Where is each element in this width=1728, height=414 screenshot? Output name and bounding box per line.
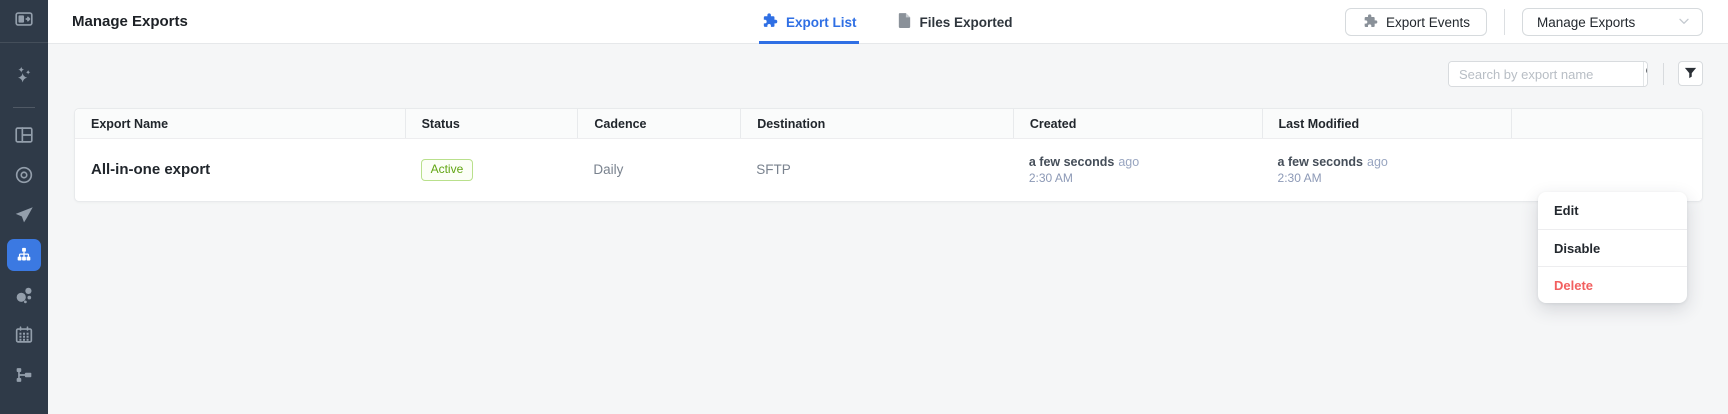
sidebar-item-send[interactable] — [6, 197, 42, 233]
menu-item-disable[interactable]: Disable — [1538, 229, 1687, 266]
export-events-button[interactable]: Export Events — [1345, 8, 1487, 36]
search-button[interactable] — [1643, 62, 1648, 86]
tab-label: Files Exported — [920, 15, 1013, 30]
content-area: Export Name Status Cadence Destination C… — [48, 44, 1728, 414]
sidebar-item-ai-assistant[interactable] — [6, 57, 42, 93]
dropdown-value: Manage Exports — [1537, 15, 1635, 30]
cadence-value: Daily — [593, 162, 623, 177]
flow-icon — [13, 364, 35, 386]
modified-relative: a few seconds — [1278, 155, 1363, 169]
sidebar-item-calendar[interactable] — [6, 317, 42, 353]
row-context-menu: Edit Disable Delete — [1538, 192, 1687, 303]
dashboard-icon — [13, 124, 35, 146]
table-row[interactable]: All-in-one export Active Daily SFTP a fe… — [75, 139, 1702, 201]
sidebar-item-exports-active[interactable] — [7, 239, 41, 271]
search-input[interactable] — [1449, 62, 1643, 86]
tab-bar: Export List Files Exported — [759, 0, 1051, 44]
column-header-cadence: Cadence — [577, 109, 740, 138]
sidebar — [0, 0, 48, 414]
column-header-actions — [1511, 109, 1702, 138]
exports-table: Export Name Status Cadence Destination C… — [74, 108, 1703, 202]
created-relative: a few seconds — [1029, 155, 1114, 169]
created-time: 2:30 AM — [1029, 171, 1262, 185]
manage-exports-dropdown[interactable]: Manage Exports — [1522, 8, 1703, 36]
created-suffix: ago — [1118, 155, 1139, 169]
app-root: Manage Exports Export List Files Expor — [0, 0, 1728, 414]
table-header-row: Export Name Status Cadence Destination C… — [75, 109, 1702, 139]
sidebar-toggle-icon — [13, 8, 35, 30]
page-title: Manage Exports — [72, 0, 188, 43]
puzzle-icon — [1362, 13, 1378, 32]
funnel-icon — [1683, 65, 1698, 83]
magnifier-icon — [1644, 64, 1648, 84]
modified-time: 2:30 AM — [1278, 171, 1512, 185]
topbar: Manage Exports Export List Files Expor — [48, 0, 1728, 44]
target-icon — [13, 164, 35, 186]
puzzle-icon — [761, 12, 778, 32]
last-modified-cell: a few seconds ago 2:30 AM — [1262, 155, 1512, 185]
sidebar-item-flows[interactable] — [6, 357, 42, 393]
column-header-export-name: Export Name — [75, 109, 405, 138]
tab-export-list[interactable]: Export List — [759, 0, 859, 44]
sparkles-icon — [13, 64, 35, 86]
destination-value: SFTP — [756, 162, 791, 177]
column-header-last-modified: Last Modified — [1262, 109, 1512, 138]
created-cell: a few seconds ago 2:30 AM — [1013, 155, 1262, 185]
export-events-label: Export Events — [1386, 15, 1470, 30]
column-header-destination: Destination — [740, 109, 1013, 138]
send-icon — [13, 204, 35, 226]
filter-button[interactable] — [1678, 61, 1703, 86]
cluster-icon — [13, 284, 35, 306]
sidebar-item-cohorts[interactable] — [6, 277, 42, 313]
menu-item-edit[interactable]: Edit — [1538, 192, 1687, 229]
toolbar-divider — [1663, 63, 1664, 85]
export-name: All-in-one export — [91, 161, 210, 178]
status-badge: Active — [421, 159, 474, 180]
tab-files-exported[interactable]: Files Exported — [895, 0, 1015, 44]
tab-label: Export List — [786, 15, 857, 30]
sitemap-icon — [14, 245, 34, 265]
column-header-status: Status — [405, 109, 578, 138]
menu-item-delete[interactable]: Delete — [1538, 266, 1687, 303]
sidebar-item-dashboards[interactable] — [6, 117, 42, 153]
chevron-down-icon — [1676, 13, 1692, 32]
file-icon — [897, 12, 912, 32]
header-divider — [1504, 9, 1505, 35]
topbar-actions: Export Events Manage Exports — [1345, 8, 1703, 36]
sidebar-toggle-button[interactable] — [6, 1, 42, 37]
column-header-created: Created — [1013, 109, 1262, 138]
modified-suffix: ago — [1367, 155, 1388, 169]
sidebar-item-goals[interactable] — [6, 157, 42, 193]
calendar-icon — [13, 324, 35, 346]
search-box — [1448, 61, 1648, 87]
sidebar-divider — [13, 97, 35, 117]
